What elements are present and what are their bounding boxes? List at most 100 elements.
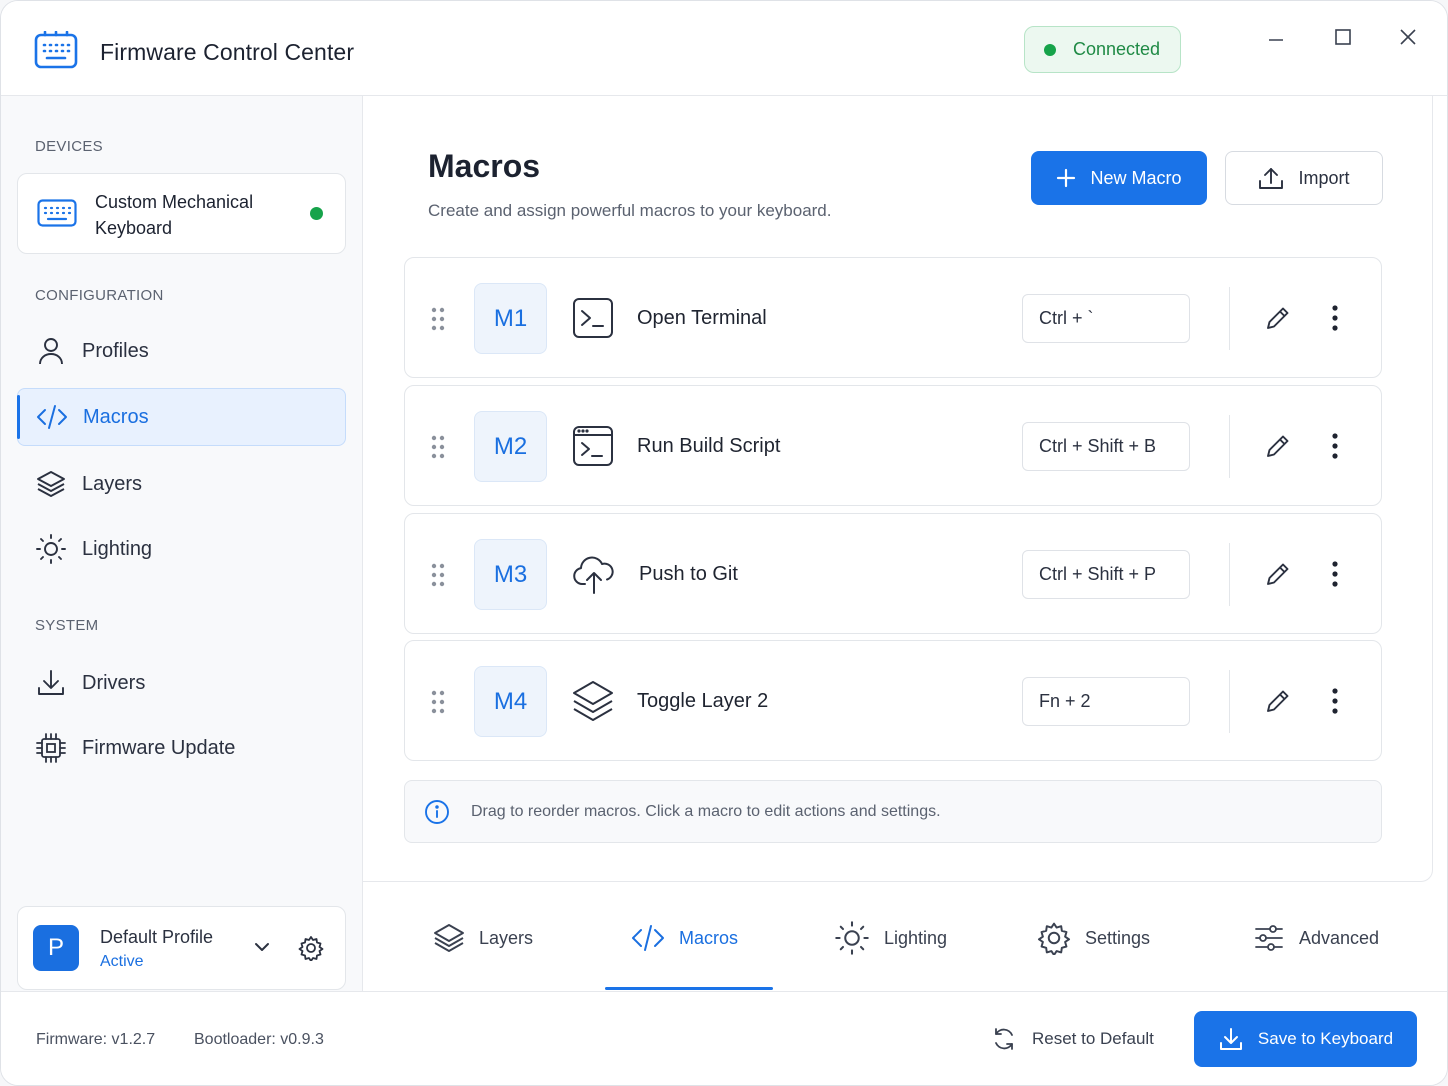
macro-name: Open Terminal [637,307,767,329]
tab-layers[interactable]: Layers [433,920,533,956]
close-icon[interactable] [1394,23,1422,51]
sidebar-item-lighting[interactable]: Lighting [17,520,346,578]
import-button[interactable]: Import [1225,151,1383,205]
row-divider [1229,543,1230,606]
pencil-icon[interactable] [1264,432,1292,460]
code-icon [36,401,68,433]
keyboard-icon [37,199,77,227]
devices-section-label: DEVICES [35,138,103,155]
page-subtitle: Create and assign powerful macros to you… [428,201,832,220]
macro-name: Toggle Layer 2 [637,690,769,712]
drag-handle-icon[interactable] [430,307,446,331]
tab-macros[interactable]: Macros [631,920,738,956]
shortcut-field[interactable]: Ctrl + ` [1022,294,1190,343]
sidebar-item-label: Macros [83,405,149,428]
drag-handle-icon[interactable] [430,690,446,714]
minimize-icon[interactable] [1262,23,1290,51]
sidebar-item-profiles[interactable]: Profiles [17,322,346,380]
sun-icon [35,533,67,565]
profile-status: Active [100,953,144,970]
macro-row-m1[interactable]: M1 Open Terminal Ctrl + ` [404,257,1382,378]
tab-lighting[interactable]: Lighting [834,920,947,956]
more-vertical-icon[interactable] [1330,560,1340,588]
layers-icon [571,679,615,725]
sidebar-item-label: Firmware Update [82,736,236,759]
sidebar-item-label: Profiles [82,339,149,362]
info-text: Drag to reorder macros. Click a macro to… [471,803,941,820]
pencil-icon[interactable] [1264,304,1292,332]
shortcut-field[interactable]: Fn + 2 [1022,677,1190,726]
active-tab-indicator [605,987,773,990]
new-macro-button[interactable]: New Macro [1031,151,1207,205]
shortcut-field[interactable]: Ctrl + Shift + P [1022,550,1190,599]
app-title: Firmware Control Center [100,39,355,65]
pencil-icon[interactable] [1264,560,1292,588]
row-divider [1229,287,1230,350]
page-title: Macros [428,148,541,184]
chevron-down-icon[interactable] [252,937,272,957]
maximize-icon[interactable] [1329,23,1357,51]
shortcut-field[interactable]: Ctrl + Shift + B [1022,422,1190,471]
reset-to-default-button[interactable]: Reset to Default [991,1026,1154,1052]
tab-label: Layers [479,927,534,948]
more-vertical-icon[interactable] [1330,687,1340,715]
sidebar-item-macros[interactable]: Macros [17,388,346,446]
macro-row-m4[interactable]: M4 Toggle Layer 2 Fn + 2 [404,640,1382,761]
sidebar-item-layers[interactable]: Layers [17,455,346,513]
main-panel: Macros Create and assign powerful macros… [363,96,1433,882]
bottom-tab-bar: Layers Macros Lighting Settings Advanced [363,883,1447,991]
import-label: Import [1298,167,1350,188]
download-icon [35,667,67,699]
avatar: P [33,925,79,971]
macro-key-badge: M2 [474,411,547,482]
footer-bar: Firmware: v1.2.7 Bootloader: v0.9.3 Rese… [1,991,1447,1085]
keyboard-logo-icon [33,31,79,71]
sidebar-item-label: Lighting [82,537,153,560]
sliders-icon [1253,923,1285,953]
system-section-label: SYSTEM [35,617,99,634]
reset-label: Reset to Default [1032,1029,1154,1048]
profile-selector[interactable]: P Default Profile Active [17,906,346,990]
device-card[interactable]: Custom Mechanical Keyboard [17,173,346,254]
macro-key-badge: M4 [474,666,547,737]
gear-icon [1037,921,1071,955]
download-icon [1218,1026,1244,1052]
pencil-icon[interactable] [1264,687,1292,715]
title-bar: Firmware Control Center Connected [1,1,1447,96]
row-divider [1229,670,1230,733]
gear-icon[interactable] [298,935,324,961]
new-macro-label: New Macro [1090,167,1182,188]
firmware-version: Firmware: v1.2.7 [36,1031,156,1048]
macro-name: Push to Git [639,563,738,585]
row-divider [1229,415,1230,478]
drag-handle-icon[interactable] [430,563,446,587]
bootloader-version: Bootloader: v0.9.3 [194,1031,324,1048]
macro-row-m3[interactable]: M3 Push to Git Ctrl + Shift + P [404,513,1382,634]
save-to-keyboard-button[interactable]: Save to Keyboard [1194,1011,1417,1067]
tab-label: Advanced [1299,927,1380,948]
upload-icon [1258,166,1284,190]
sidebar: DEVICES Custom Mechanical Keyboard CONFI… [1,96,363,991]
more-vertical-icon[interactable] [1330,432,1340,460]
info-banner: Drag to reorder macros. Click a macro to… [404,780,1382,843]
device-online-indicator [310,207,323,220]
refresh-icon [991,1026,1017,1052]
tab-label: Lighting [884,927,948,948]
drag-handle-icon[interactable] [430,435,446,459]
tab-settings[interactable]: Settings [1037,920,1150,956]
tab-advanced[interactable]: Advanced [1253,920,1379,956]
device-name: Custom Mechanical Keyboard [95,192,254,238]
macro-row-m2[interactable]: M2 Run Build Script Ctrl + Shift + B [404,385,1382,506]
user-icon [35,335,67,367]
app-window: Firmware Control Center Connected DEVICE… [0,0,1448,1086]
terminal-icon [571,296,615,340]
connection-status-badge: Connected [1024,26,1181,73]
sidebar-item-firmware-update[interactable]: Firmware Update [17,719,346,777]
tab-label: Settings [1085,927,1151,948]
sidebar-item-drivers[interactable]: Drivers [17,654,346,712]
sun-icon [834,920,870,956]
more-vertical-icon[interactable] [1330,304,1340,332]
sidebar-item-label: Layers [82,472,143,495]
configuration-section-label: CONFIGURATION [35,287,164,304]
macro-name: Run Build Script [637,435,781,457]
